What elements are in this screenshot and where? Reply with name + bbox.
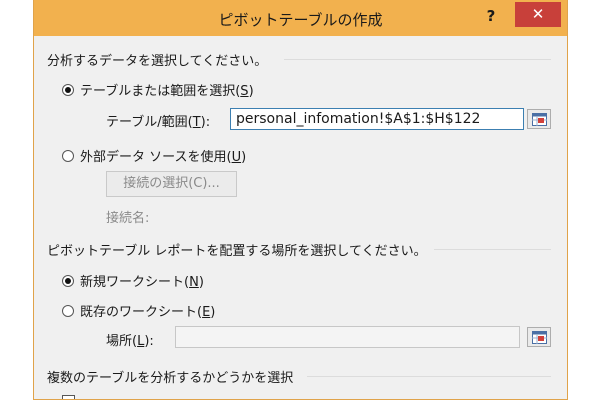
location-picker-button[interactable]	[527, 327, 551, 347]
add-to-data-model-checkbox[interactable]	[62, 395, 75, 399]
section-divider	[307, 376, 551, 377]
radio-label: テーブルまたは範囲を選択(S)	[80, 84, 254, 99]
range-picker-button[interactable]	[527, 109, 551, 129]
create-pivot-table-dialog: ピボットテーブルの作成 ? ✕ 分析するデータを選択してください。 テーブルまた…	[33, 0, 568, 400]
table-range-label: テーブル/範囲(T):	[106, 115, 211, 130]
section-divider	[434, 249, 551, 250]
section-divider	[284, 59, 551, 60]
title-bar[interactable]: ピボットテーブルの作成 ? ✕	[34, 0, 567, 36]
radio-label: 新規ワークシート(N)	[80, 275, 204, 290]
radio-label: 外部データ ソースを使用(U)	[80, 150, 247, 165]
help-button[interactable]: ?	[477, 5, 505, 27]
radio-label: 既存のワークシート(E)	[80, 305, 216, 320]
radio-button[interactable]	[62, 304, 74, 317]
table-range-input[interactable]: personal_infomation!$A$1:$H$122	[230, 108, 524, 130]
radio-button-selected[interactable]	[62, 274, 74, 287]
choose-connection-button[interactable]: 接続の選択(C)...	[106, 171, 237, 197]
section-choose-data-heading: 分析するデータを選択してください。	[47, 54, 268, 69]
section-location-heading: ピボットテーブル レポートを配置する場所を選択してください。	[47, 244, 427, 259]
connection-name-label: 接続名:	[106, 211, 150, 226]
radio-new-worksheet[interactable]: 新規ワークシート(N)	[62, 271, 204, 290]
range-select-icon	[532, 331, 547, 344]
range-select-icon	[532, 113, 547, 126]
location-label: 場所(L):	[106, 334, 154, 349]
radio-external-source[interactable]: 外部データ ソースを使用(U)	[62, 146, 246, 165]
close-button[interactable]: ✕	[515, 2, 561, 27]
radio-existing-worksheet[interactable]: 既存のワークシート(E)	[62, 301, 215, 320]
radio-button-selected[interactable]	[62, 83, 74, 96]
radio-select-table-range[interactable]: テーブルまたは範囲を選択(S)	[62, 80, 254, 99]
location-input[interactable]	[175, 326, 520, 348]
section-multiple-tables-heading: 複数のテーブルを分析するかどうかを選択	[47, 371, 294, 386]
radio-button[interactable]	[62, 149, 74, 162]
